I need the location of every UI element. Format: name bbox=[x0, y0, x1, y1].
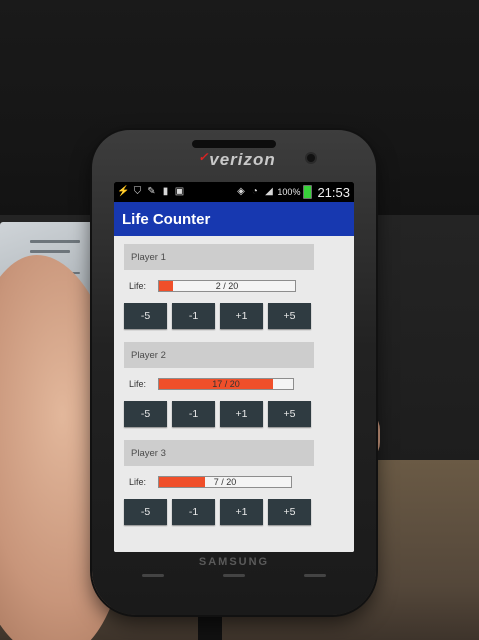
earpiece-speaker bbox=[192, 140, 276, 148]
life-value: 2 / 20 bbox=[215, 281, 239, 291]
life-bar: 7 / 20 bbox=[158, 476, 292, 488]
life-row: Life: 7 / 20 bbox=[124, 470, 314, 494]
player-card: Player 1 Life: 2 / 20 -5 -1 +1 +5 bbox=[124, 244, 314, 329]
back-key[interactable] bbox=[304, 574, 326, 577]
minus-5-button[interactable]: -5 bbox=[124, 499, 167, 525]
player-name: Player 1 bbox=[124, 244, 314, 270]
plus-5-button[interactable]: +5 bbox=[268, 303, 311, 329]
life-label: Life: bbox=[129, 477, 147, 487]
minus-5-button[interactable]: -5 bbox=[124, 303, 167, 329]
player-list: Player 1 Life: 2 / 20 -5 -1 +1 +5 Player… bbox=[114, 236, 354, 552]
plus-5-button[interactable]: +5 bbox=[268, 499, 311, 525]
home-key[interactable] bbox=[223, 574, 245, 577]
battery-charging-icon: ▮ bbox=[162, 186, 169, 197]
life-label: Life: bbox=[129, 379, 147, 389]
player-name: Player 3 bbox=[124, 440, 314, 466]
signal-icon: ◢ bbox=[265, 186, 273, 197]
button-row: -5 -1 +1 +5 bbox=[124, 499, 314, 525]
wrench-icon: ✎ bbox=[147, 186, 156, 197]
plus-1-button[interactable]: +1 bbox=[220, 401, 263, 427]
button-row: -5 -1 +1 +5 bbox=[124, 401, 314, 427]
image-icon: ▣ bbox=[174, 186, 185, 197]
app-bar: Life Counter bbox=[114, 202, 354, 236]
minus-1-button[interactable]: -1 bbox=[172, 303, 215, 329]
phone: ✓verizon ⚡ ⛉ ✎ ▮ ▣ ◈ ◔ ◢ 100% 21:53 Life… bbox=[92, 130, 376, 615]
plus-1-button[interactable]: +1 bbox=[220, 303, 263, 329]
life-value: 17 / 20 bbox=[212, 379, 240, 389]
life-bar: 2 / 20 bbox=[158, 280, 296, 292]
life-label: Life: bbox=[129, 281, 147, 291]
battery-percent: 100% bbox=[277, 187, 301, 197]
life-row: Life: 2 / 20 bbox=[124, 274, 314, 298]
battery-icon bbox=[303, 185, 313, 199]
usb-icon: ⚡ bbox=[117, 186, 130, 197]
plus-1-button[interactable]: +1 bbox=[220, 499, 263, 525]
player-card: Player 2 Life: 17 / 20 -5 -1 +1 +5 bbox=[124, 342, 314, 427]
menu-key[interactable] bbox=[142, 574, 164, 577]
front-camera bbox=[307, 154, 315, 162]
carrier-logo: ✓verizon bbox=[198, 150, 276, 169]
life-row: Life: 17 / 20 bbox=[124, 372, 314, 396]
vibrate-icon: ◈ bbox=[237, 186, 245, 197]
clock: 21:53 bbox=[317, 184, 350, 200]
shield-icon: ⛉ bbox=[133, 186, 142, 197]
button-row: -5 -1 +1 +5 bbox=[124, 303, 314, 329]
minus-5-button[interactable]: -5 bbox=[124, 401, 167, 427]
status-bar: ⚡ ⛉ ✎ ▮ ▣ ◈ ◔ ◢ 100% 21:53 bbox=[114, 182, 354, 202]
life-value: 7 / 20 bbox=[213, 477, 237, 487]
manufacturer-logo: SAMSUNG bbox=[198, 556, 270, 568]
player-name: Player 2 bbox=[124, 342, 314, 368]
phone-screen: ⚡ ⛉ ✎ ▮ ▣ ◈ ◔ ◢ 100% 21:53 Life Counter … bbox=[114, 182, 354, 552]
player-card: Player 3 Life: 7 / 20 -5 -1 +1 +5 bbox=[124, 440, 314, 525]
app-title: Life Counter bbox=[122, 210, 211, 228]
minus-1-button[interactable]: -1 bbox=[172, 499, 215, 525]
plus-5-button[interactable]: +5 bbox=[268, 401, 311, 427]
minus-1-button[interactable]: -1 bbox=[172, 401, 215, 427]
wifi-icon: ◔ bbox=[251, 186, 258, 197]
life-bar: 17 / 20 bbox=[158, 378, 294, 390]
